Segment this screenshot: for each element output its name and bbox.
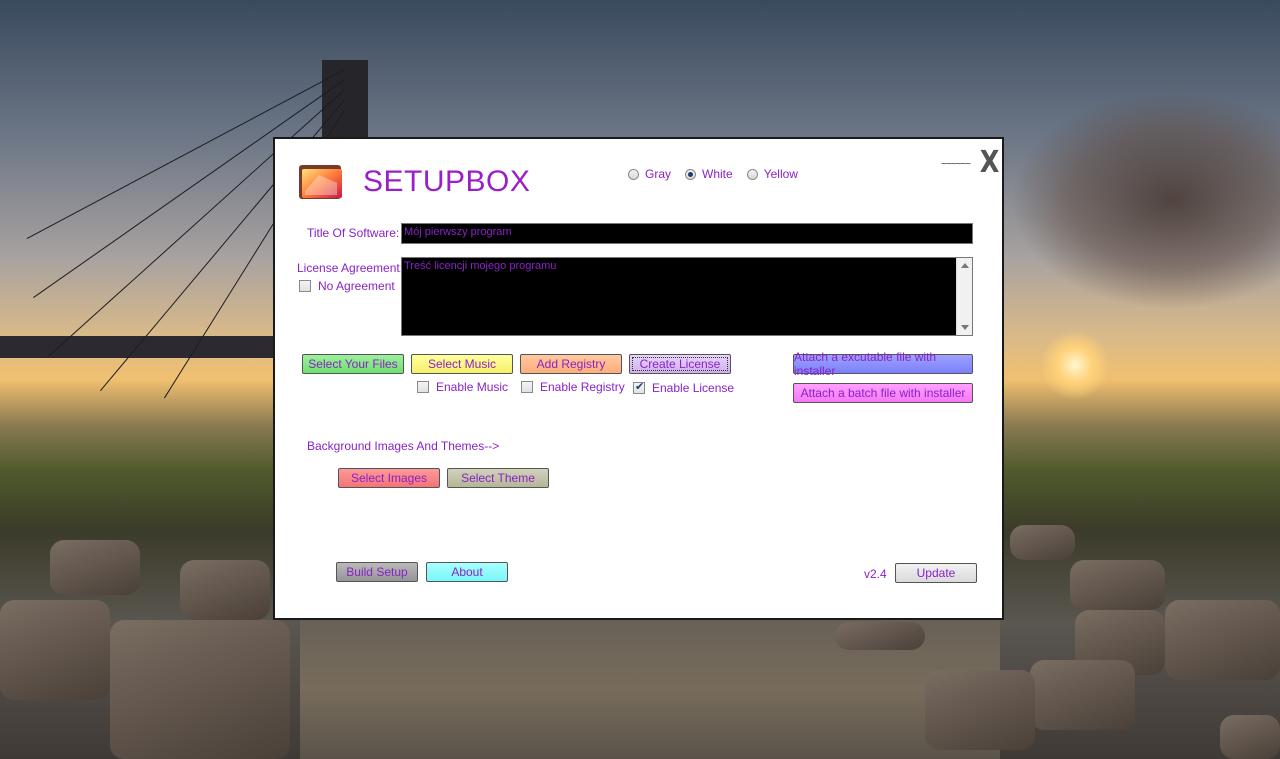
- radio-gray-indicator[interactable]: [628, 168, 639, 180]
- enable-license-checkbox[interactable]: Enable License: [633, 380, 735, 395]
- wallpaper-rock: [180, 560, 270, 620]
- wallpaper-rock: [835, 622, 925, 650]
- update-button[interactable]: Update: [895, 563, 977, 583]
- scroll-up-arrow-icon[interactable]: [961, 263, 969, 268]
- wallpaper-rock: [1010, 525, 1075, 560]
- select-images-button[interactable]: Select Images: [338, 468, 440, 488]
- theme-radio-yellow[interactable]: Yellow: [746, 167, 798, 181]
- attach-executable-button[interactable]: Attach a excutable file with installer: [793, 350, 973, 378]
- enable-registry-box[interactable]: [521, 381, 533, 393]
- select-theme-button[interactable]: Select Theme: [447, 468, 549, 488]
- license-agreement-textarea[interactable]: Treść licencji mojego programu: [401, 257, 973, 336]
- wallpaper-rock: [1165, 600, 1280, 680]
- theme-radio-group: Gray White Yellow: [628, 167, 798, 181]
- wallpaper-rock: [1070, 560, 1165, 610]
- setupbox-window: SETUPBOX Gray White Yellow ~~~~~~ X Titl…: [273, 137, 1004, 620]
- wallpaper-rock: [0, 600, 110, 700]
- wallpaper-rock: [1030, 660, 1135, 730]
- add-registry-button[interactable]: Add Registry: [520, 354, 622, 374]
- wallpaper-rock: [110, 620, 290, 759]
- radio-yellow-label: Yellow: [763, 167, 798, 181]
- themes-section-label: Background Images And Themes-->: [307, 439, 500, 453]
- wallpaper-cloud: [1010, 90, 1280, 310]
- build-setup-button[interactable]: Build Setup: [336, 562, 418, 582]
- title-of-software-input[interactable]: Mój pierwszy program: [401, 223, 973, 244]
- no-agreement-box[interactable]: [299, 280, 311, 292]
- version-label: v2.4: [864, 567, 887, 581]
- license-scrollbar[interactable]: [956, 258, 972, 335]
- minimize-button[interactable]: ~~~~~~: [941, 159, 971, 170]
- license-text: Treść licencji mojego programu: [404, 260, 557, 272]
- enable-license-label: Enable License: [652, 381, 735, 395]
- enable-music-checkbox[interactable]: Enable Music: [417, 380, 508, 394]
- scroll-down-arrow-icon[interactable]: [961, 325, 969, 330]
- enable-music-label: Enable Music: [436, 380, 509, 394]
- wallpaper-rock: [1220, 715, 1280, 759]
- enable-license-box[interactable]: [633, 380, 645, 394]
- setupbox-logo-icon: [299, 165, 342, 199]
- select-files-button[interactable]: Select Your Files: [302, 354, 404, 374]
- license-agreement-label: License Agreement:: [297, 261, 404, 275]
- theme-radio-gray[interactable]: Gray: [628, 167, 671, 181]
- app-title: SETUPBOX: [363, 165, 531, 198]
- create-license-button[interactable]: Create License: [629, 354, 731, 374]
- theme-radio-white[interactable]: White: [685, 167, 733, 181]
- wallpaper-rock: [925, 670, 1035, 750]
- select-music-button[interactable]: Select Music: [411, 354, 513, 374]
- title-of-software-label: Title Of Software:: [307, 226, 400, 240]
- attach-batch-button[interactable]: Attach a batch file with installer: [793, 383, 973, 403]
- radio-yellow-indicator[interactable]: [746, 168, 758, 180]
- wallpaper-bridge-tower: [322, 60, 368, 140]
- radio-white-label: White: [702, 167, 733, 181]
- no-agreement-checkbox[interactable]: No Agreement: [299, 279, 395, 293]
- about-button[interactable]: About: [426, 562, 508, 582]
- radio-white-indicator[interactable]: [685, 168, 697, 180]
- wallpaper-rock: [50, 540, 140, 595]
- radio-gray-label: Gray: [645, 167, 672, 181]
- enable-music-box[interactable]: [417, 381, 429, 393]
- no-agreement-label: No Agreement: [318, 279, 395, 293]
- enable-registry-label: Enable Registry: [540, 380, 625, 394]
- close-button[interactable]: X: [980, 145, 1000, 180]
- enable-registry-checkbox[interactable]: Enable Registry: [521, 380, 625, 394]
- wallpaper-sun: [1040, 330, 1110, 400]
